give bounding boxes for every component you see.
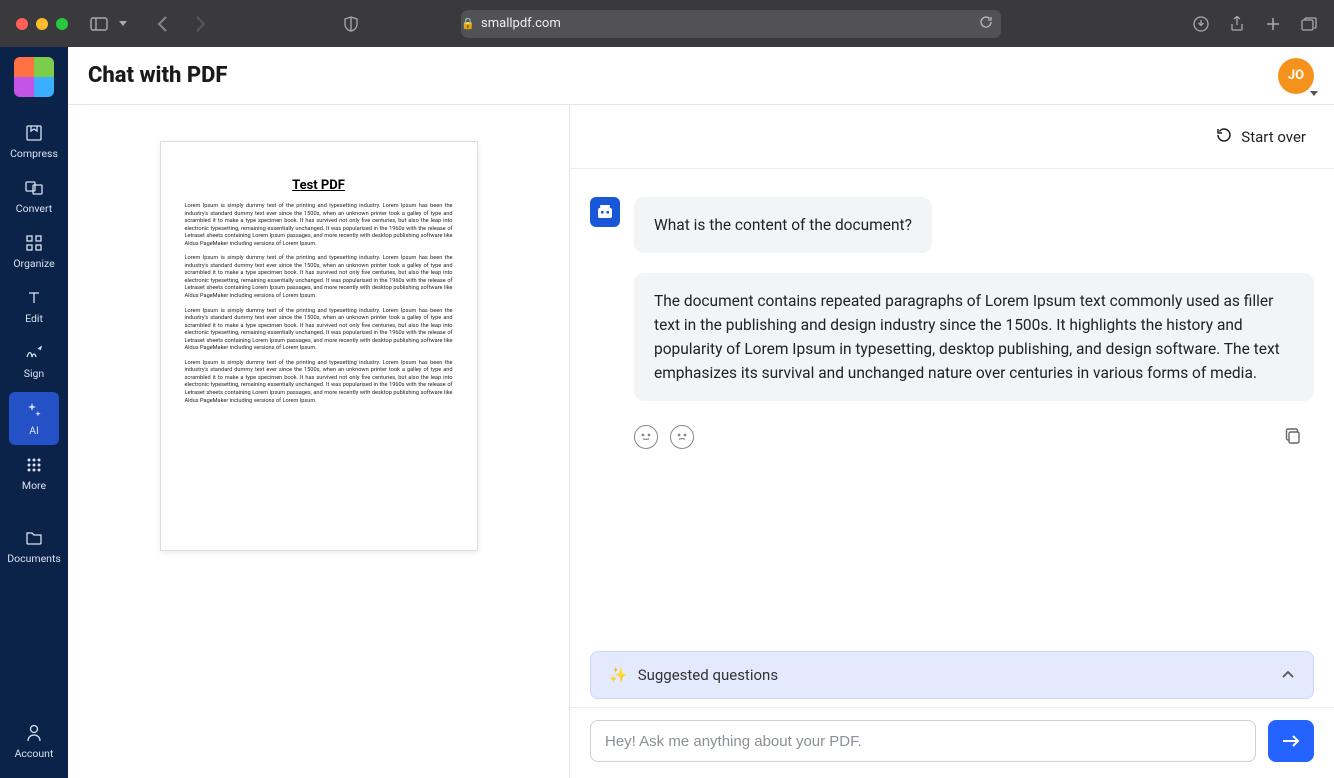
sidebar-label: Organize [13, 257, 54, 270]
restart-icon [1215, 126, 1233, 148]
sidebar-item-documents[interactable]: Documents [0, 520, 68, 575]
close-window-icon[interactable] [16, 18, 28, 30]
sparkle-icon: ✨ [609, 666, 628, 684]
sign-icon [24, 343, 44, 363]
lock-icon: 🔒 [461, 17, 475, 30]
page-header: Chat with PDF JO [68, 47, 1334, 105]
compress-icon [24, 123, 44, 143]
sidebar-toggle-icon[interactable] [90, 15, 108, 33]
edit-icon [24, 288, 44, 308]
new-tab-icon[interactable] [1264, 15, 1282, 33]
address-bar[interactable]: 🔒 smallpdf.com [461, 10, 1001, 38]
sidebar-label: More [22, 479, 46, 492]
pdf-paragraph: Lorem Ipsum is simply dummy text of the … [185, 255, 453, 300]
ai-avatar-icon [590, 273, 620, 303]
dropdown-chevron-icon[interactable] [118, 15, 128, 33]
user-message-row: What is the content of the document? [590, 197, 1314, 253]
ai-message-row: The document contains repeated paragraph… [590, 273, 1314, 401]
account-icon [24, 723, 44, 743]
forward-button[interactable] [190, 14, 210, 34]
back-button[interactable] [152, 14, 172, 34]
shield-icon[interactable] [342, 15, 360, 33]
sidebar-item-edit[interactable]: Edit [0, 280, 68, 335]
chat-messages: What is the content of the document? The… [570, 169, 1334, 651]
convert-icon [24, 178, 44, 198]
avatar-initials: JO [1288, 68, 1304, 83]
user-message-bubble: What is the content of the document? [634, 197, 932, 253]
feedback-row [590, 421, 1314, 449]
folder-icon [24, 528, 44, 548]
sidebar-label: Edit [25, 312, 43, 325]
thumbs-down-face-icon[interactable] [670, 425, 694, 449]
sidebar-item-organize[interactable]: Organize [0, 225, 68, 280]
page-title: Chat with PDF [88, 63, 227, 88]
sidebar-item-convert[interactable]: Convert [0, 170, 68, 225]
pdf-page[interactable]: Test PDF Lorem Ipsum is simply dummy tex… [160, 141, 478, 551]
ai-sparkle-icon [24, 400, 44, 420]
app-sidebar: Compress Convert Organize Edit Sign [0, 47, 68, 778]
sidebar-item-account[interactable]: Account [0, 715, 68, 770]
sidebar-item-sign[interactable]: Sign [0, 335, 68, 390]
sidebar-item-more[interactable]: More [0, 447, 68, 502]
sidebar-label: Sign [24, 367, 44, 380]
suggested-label: Suggested questions [638, 666, 778, 684]
pdf-preview-pane: Test PDF Lorem Ipsum is simply dummy tex… [68, 105, 570, 778]
reload-icon[interactable] [979, 15, 1001, 33]
app-logo[interactable] [14, 57, 54, 97]
user-avatar[interactable]: JO [1278, 58, 1314, 94]
copy-icon[interactable] [1284, 427, 1304, 447]
pdf-paragraph: Lorem Ipsum is simply dummy text of the … [185, 308, 453, 353]
start-over-button[interactable]: Start over [1215, 126, 1306, 148]
organize-icon [24, 233, 44, 253]
minimize-window-icon[interactable] [36, 18, 48, 30]
chat-input[interactable] [590, 720, 1256, 762]
sidebar-label: Account [15, 747, 54, 760]
sidebar-label: Convert [16, 202, 52, 215]
maximize-window-icon[interactable] [56, 18, 68, 30]
chevron-up-icon [1281, 666, 1295, 684]
url-text: smallpdf.com [481, 16, 561, 31]
sidebar-item-ai[interactable]: AI [9, 392, 59, 445]
browser-chrome: 🔒 smallpdf.com [0, 0, 1334, 47]
send-button[interactable] [1268, 720, 1314, 762]
downloads-icon[interactable] [1192, 15, 1210, 33]
sidebar-label: Documents [7, 552, 61, 565]
suggested-questions-toggle[interactable]: ✨ Suggested questions [590, 651, 1314, 699]
thumbs-up-face-icon[interactable] [634, 425, 658, 449]
ai-message-bubble: The document contains repeated paragraph… [634, 273, 1314, 401]
pdf-paragraph: Lorem Ipsum is simply dummy text of the … [185, 203, 453, 248]
pdf-paragraph: Lorem Ipsum is simply dummy text of the … [185, 360, 453, 405]
user-robot-icon [590, 197, 620, 227]
more-grid-icon [24, 455, 44, 475]
sidebar-label: Compress [10, 147, 58, 160]
traffic-lights [16, 18, 68, 30]
user-message-text: What is the content of the document? [654, 216, 912, 234]
chat-toolbar: Start over [570, 105, 1334, 169]
sidebar-item-compress[interactable]: Compress [0, 115, 68, 170]
sidebar-label: AI [29, 424, 39, 437]
chat-pane: Start over What is the content of the do… [570, 105, 1334, 778]
ai-message-text: The document contains repeated paragraph… [654, 292, 1280, 382]
tabs-overview-icon[interactable] [1300, 15, 1318, 33]
start-over-label: Start over [1241, 128, 1306, 146]
pdf-title: Test PDF [185, 178, 453, 193]
share-icon[interactable] [1228, 15, 1246, 33]
chat-input-row [570, 707, 1334, 778]
